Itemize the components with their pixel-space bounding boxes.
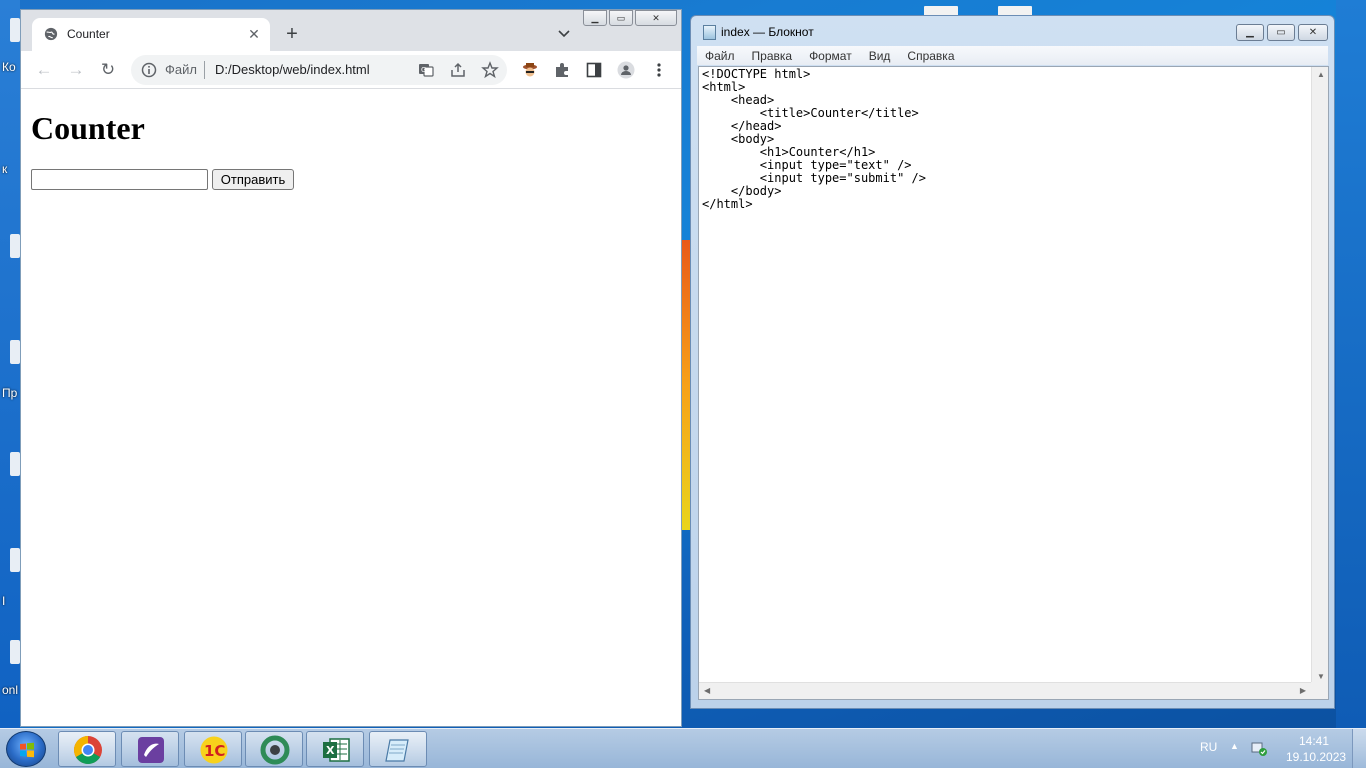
menu-item-help[interactable]: Справка bbox=[907, 49, 954, 63]
desktop-icon-label: onl bbox=[2, 683, 19, 697]
maximize-button[interactable]: ▭ bbox=[609, 10, 633, 26]
menu-item-file[interactable]: Файл bbox=[705, 49, 735, 63]
close-window-button[interactable]: ✕ bbox=[1298, 24, 1328, 41]
tab-title: Counter bbox=[67, 27, 110, 41]
menu-item-view[interactable]: Вид bbox=[869, 49, 891, 63]
chrome-icon bbox=[74, 736, 102, 764]
taskbar-excel[interactable]: X bbox=[306, 731, 364, 767]
1c-icon: 1С bbox=[200, 736, 228, 764]
desktop-icon[interactable] bbox=[10, 340, 20, 364]
language-indicator[interactable]: RU bbox=[1200, 740, 1217, 754]
web-page-content: Counter Отправить bbox=[21, 90, 681, 726]
desktop-icon[interactable] bbox=[10, 452, 20, 476]
submit-button[interactable]: Отправить bbox=[212, 169, 294, 190]
taskbar-chrome[interactable] bbox=[58, 731, 116, 767]
chrome-window: Counter ✕ + ▁ ▭ ✕ ← → ↻ Файл D:/Desktop/… bbox=[20, 9, 682, 727]
desktop-right-strip bbox=[1336, 0, 1366, 728]
show-hidden-icons[interactable]: ▲ bbox=[1230, 741, 1239, 751]
taskbar-notepad[interactable] bbox=[369, 731, 427, 767]
window-title: index — Блокнот bbox=[721, 25, 814, 39]
desktop-icon[interactable] bbox=[10, 640, 20, 664]
scroll-down-icon[interactable]: ▼ bbox=[1317, 672, 1325, 681]
text-input[interactable] bbox=[31, 169, 208, 190]
notepad-window: index — Блокнот ▁ ▭ ✕ Файл Правка Формат… bbox=[690, 15, 1335, 709]
extension-spy-icon[interactable] bbox=[521, 61, 539, 79]
info-icon[interactable] bbox=[141, 62, 157, 78]
close-window-button[interactable]: ✕ bbox=[635, 10, 677, 26]
desktop-icon-label: к bbox=[2, 162, 8, 176]
chrome-tab-strip[interactable]: Counter ✕ + ▁ ▭ ✕ bbox=[21, 10, 681, 51]
menu-item-format[interactable]: Формат bbox=[809, 49, 852, 63]
maximize-button[interactable]: ▭ bbox=[1267, 24, 1295, 41]
taskbar: 1С X RU ▲ 14:41 19.10.2023 bbox=[0, 728, 1366, 768]
chrome-toolbar: ← → ↻ Файл D:/Desktop/web/index.html G bbox=[21, 51, 681, 89]
translate-icon[interactable]: G bbox=[417, 61, 435, 79]
window-controls: ▁ ▭ ✕ bbox=[583, 10, 679, 28]
back-button[interactable]: ← bbox=[32, 58, 56, 82]
desktop-icon-label: Пр bbox=[2, 386, 18, 400]
notepad-icon bbox=[385, 739, 409, 762]
text-editor[interactable]: <!DOCTYPE html> <html> <head> <title>Cou… bbox=[698, 66, 1329, 700]
side-panel-icon[interactable] bbox=[585, 61, 603, 79]
scroll-left-icon[interactable]: ◀ bbox=[704, 686, 710, 695]
profile-avatar-icon[interactable] bbox=[617, 61, 635, 79]
minimize-button[interactable]: ▁ bbox=[583, 10, 607, 26]
desktop-icon-label: I bbox=[2, 594, 6, 608]
puzzle-icon[interactable] bbox=[553, 61, 571, 79]
url-scheme-label: Файл bbox=[165, 62, 197, 77]
star-icon[interactable] bbox=[481, 61, 499, 79]
notepad-app-icon bbox=[703, 25, 716, 40]
close-tab-icon[interactable]: ✕ bbox=[245, 25, 263, 43]
show-desktop-button[interactable] bbox=[1352, 729, 1366, 768]
taskbar-app-purple[interactable] bbox=[121, 731, 179, 767]
desktop-icon[interactable] bbox=[10, 18, 20, 42]
svg-text:1С: 1С bbox=[204, 742, 225, 760]
scroll-up-icon[interactable]: ▲ bbox=[1317, 70, 1325, 79]
browser-tab[interactable]: Counter ✕ bbox=[32, 18, 270, 51]
desktop-left-strip: Ко к Пр I onl bbox=[0, 0, 20, 728]
forward-button[interactable]: → bbox=[64, 58, 88, 82]
page-heading: Counter bbox=[31, 110, 145, 146]
chevron-down-icon[interactable] bbox=[555, 24, 573, 42]
taskbar-green-app[interactable] bbox=[245, 731, 303, 767]
menu-bar: Файл Правка Формат Вид Справка bbox=[697, 46, 1328, 65]
excel-icon: X bbox=[323, 738, 350, 762]
new-tab-button[interactable]: + bbox=[281, 23, 303, 45]
network-icon[interactable] bbox=[1250, 739, 1268, 757]
window-controls: ▁ ▭ ✕ bbox=[1236, 24, 1328, 41]
viber-like-icon bbox=[138, 737, 164, 763]
recycle-app-icon bbox=[260, 735, 290, 765]
url-text[interactable]: D:/Desktop/web/index.html bbox=[215, 62, 370, 77]
clock-date[interactable]: 19.10.2023 bbox=[1286, 750, 1346, 764]
taskbar-1c[interactable]: 1С bbox=[184, 731, 242, 767]
scroll-right-icon[interactable]: ▶ bbox=[1300, 686, 1306, 695]
desktop-top-icons bbox=[920, 0, 1040, 16]
kebab-menu-icon[interactable] bbox=[650, 61, 668, 79]
horizontal-scrollbar[interactable]: ◀ ▶ bbox=[699, 682, 1311, 699]
address-bar[interactable]: Файл D:/Desktop/web/index.html G bbox=[131, 55, 507, 85]
resize-grip[interactable] bbox=[1311, 682, 1328, 699]
menu-item-edit[interactable]: Правка bbox=[752, 49, 793, 63]
divider bbox=[204, 61, 205, 79]
share-icon[interactable] bbox=[449, 61, 467, 79]
desktop-icon[interactable] bbox=[10, 234, 20, 258]
minimize-button[interactable]: ▁ bbox=[1236, 24, 1264, 41]
svg-text:X: X bbox=[326, 744, 335, 757]
desktop-icon[interactable] bbox=[10, 548, 20, 572]
globe-icon bbox=[44, 27, 58, 41]
clock-time[interactable]: 14:41 bbox=[1299, 734, 1329, 748]
svg-text:G: G bbox=[421, 66, 426, 74]
reload-button[interactable]: ↻ bbox=[96, 58, 120, 82]
editor-content[interactable]: <!DOCTYPE html> <html> <head> <title>Cou… bbox=[702, 68, 926, 211]
start-button[interactable] bbox=[6, 731, 46, 767]
vertical-scrollbar[interactable]: ▲ ▼ bbox=[1311, 67, 1328, 684]
windows-logo-icon bbox=[20, 742, 34, 758]
desktop-icon-label: Ко bbox=[2, 60, 16, 74]
